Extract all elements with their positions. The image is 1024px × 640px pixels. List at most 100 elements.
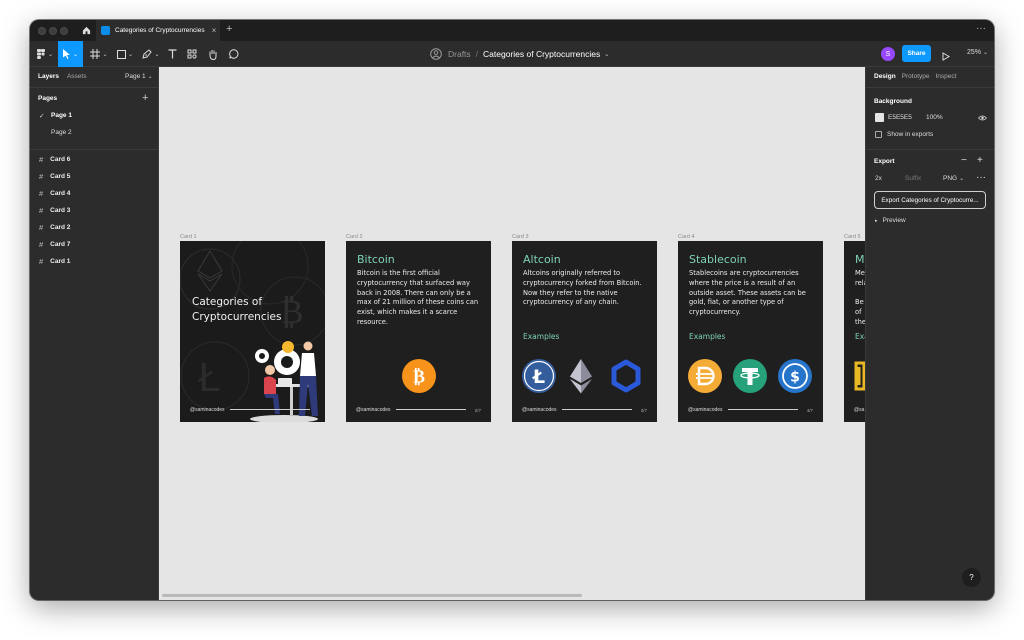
export-format-value: PNG: [943, 175, 958, 182]
page-item-1[interactable]: Page 1: [51, 112, 72, 119]
card-body-line: Be: [855, 298, 864, 307]
text-tool-button[interactable]: [165, 41, 179, 67]
frame-icon: #: [39, 205, 44, 215]
background-hex-input[interactable]: E5E5E5: [888, 114, 912, 121]
window-menu-icon[interactable]: ···: [976, 23, 986, 34]
layer-item[interactable]: # Card 7: [39, 238, 70, 250]
show-in-exports-checkbox[interactable]: [875, 131, 882, 138]
card-cover[interactable]: ₿ Ł Categories of Cryptocurrencies @sami…: [180, 241, 325, 422]
tether-logo: [733, 359, 767, 393]
card-partial[interactable]: Me Me rela Be of the Exa @sa: [844, 241, 865, 422]
shape-tool-button[interactable]: ⌄: [113, 41, 137, 67]
background-color-swatch[interactable]: [875, 113, 884, 122]
tab-prototype[interactable]: Prototype: [902, 73, 930, 80]
new-tab-button[interactable]: +: [226, 23, 232, 35]
close-window-button[interactable]: [38, 27, 46, 35]
tab-layers[interactable]: Layers: [38, 73, 59, 80]
layer-label: Card 1: [50, 257, 71, 265]
layer-label: Card 6: [50, 155, 71, 163]
usdc-logo: $: [778, 359, 812, 393]
frame-label[interactable]: Card 4: [678, 234, 695, 240]
add-page-button[interactable]: +: [142, 93, 148, 104]
frame-icon: #: [39, 171, 44, 181]
chevron-down-icon[interactable]: ⌄: [604, 51, 609, 58]
remove-export-button[interactable]: −: [961, 155, 967, 166]
svg-text:Ł: Ł: [532, 366, 545, 388]
page-selector[interactable]: Page 1 ⌄: [125, 73, 153, 80]
examples-label: Exa: [855, 332, 865, 341]
home-icon[interactable]: [76, 20, 96, 41]
team-avatar-icon[interactable]: [430, 48, 442, 60]
close-tab-icon[interactable]: ×: [208, 26, 220, 35]
footer-divider: [728, 409, 798, 410]
preview-toggle[interactable]: ▸ Preview: [875, 217, 906, 224]
layer-item[interactable]: # Card 2: [39, 221, 70, 233]
layer-label: Card 2: [50, 223, 71, 231]
frame-tool-button[interactable]: ⌄: [87, 41, 111, 67]
page-item-2[interactable]: Page 2: [51, 129, 72, 136]
present-button[interactable]: [942, 48, 950, 66]
frame-label[interactable]: Card 1: [180, 234, 197, 240]
pen-tool-button[interactable]: ⌄: [139, 41, 163, 67]
frame-label[interactable]: Card 3: [512, 234, 529, 240]
drafts-link[interactable]: Drafts: [448, 49, 471, 59]
card-stablecoin[interactable]: Stablecoin Stablecoins are cryptocurrenc…: [678, 241, 823, 422]
tab-design[interactable]: Design: [874, 73, 896, 80]
tab-inspect[interactable]: Inspect: [936, 73, 957, 80]
dai-logo: [688, 359, 722, 393]
card-handle: @saminacodes: [688, 407, 723, 413]
export-button[interactable]: Export Categories of Cryptocurre...: [874, 191, 986, 209]
card-altcoin[interactable]: Altcoin Altcoins originally referred to …: [512, 241, 657, 422]
cover-title-line1: Categories of: [192, 296, 263, 308]
export-heading: Export: [874, 158, 895, 165]
svg-text:Ł: Ł: [197, 356, 220, 400]
frame-icon: #: [39, 154, 44, 164]
hand-tool-button[interactable]: [204, 41, 222, 67]
main-menu-button[interactable]: ⌄: [34, 41, 56, 67]
canvas[interactable]: Card 1 Card 2 Card 3 Card 4 Card 5 ₿ Ł C…: [159, 67, 865, 600]
card-bitcoin[interactable]: Bitcoin Bitcoin is the first official cr…: [346, 241, 491, 422]
frame-label[interactable]: Card 2: [346, 234, 363, 240]
examples-label: Examples: [523, 332, 560, 341]
pen-tool-icon: [142, 49, 153, 59]
zoom-dropdown[interactable]: 25% ⌄: [967, 49, 988, 56]
frame-label[interactable]: Card 5: [844, 234, 861, 240]
layer-item[interactable]: # Card 3: [39, 204, 70, 216]
export-suffix-input[interactable]: Suffix: [905, 175, 921, 182]
card-body: Bitcoin is the first official cryptocurr…: [357, 269, 479, 326]
page-indicator: 2/7: [474, 408, 481, 413]
help-button[interactable]: ?: [962, 568, 981, 587]
share-button[interactable]: Share: [902, 45, 931, 62]
components-button[interactable]: [183, 41, 201, 67]
triangle-right-icon: ▸: [875, 218, 878, 224]
tab-assets[interactable]: Assets: [67, 73, 87, 80]
background-opacity-input[interactable]: 100%: [926, 114, 943, 121]
eye-icon[interactable]: [978, 115, 987, 121]
components-icon: [187, 49, 197, 59]
svg-text:$: $: [790, 370, 800, 386]
zoom-value: 25%: [967, 49, 982, 56]
horizontal-scrollbar[interactable]: [162, 594, 582, 597]
export-scale-select[interactable]: 2x: [875, 175, 882, 182]
layer-item[interactable]: # Card 1: [39, 255, 70, 267]
comment-button[interactable]: [225, 41, 243, 67]
layer-item[interactable]: # Card 5: [39, 170, 70, 182]
add-export-button[interactable]: +: [977, 155, 983, 166]
cover-title: Categories of Cryptocurrencies: [192, 295, 281, 325]
layers-panel: Layers Assets Page 1 ⌄ Pages + ✓ Page 1 P…: [30, 67, 159, 600]
card-title: Stablecoin: [689, 253, 747, 266]
maximize-window-button[interactable]: [60, 27, 68, 35]
comment-icon: [229, 49, 239, 59]
file-name[interactable]: Categories of Cryptocurrencies: [483, 49, 600, 59]
layer-item[interactable]: # Card 6: [39, 153, 70, 165]
file-tab[interactable]: Categories of Cryptocurrencies ×: [96, 20, 220, 41]
minimize-window-button[interactable]: [49, 27, 57, 35]
page-indicator: 4/7: [806, 408, 813, 413]
user-avatar[interactable]: S: [881, 47, 895, 61]
export-settings-icon[interactable]: ···: [976, 172, 986, 183]
move-tool-button[interactable]: ⌄: [58, 41, 83, 67]
export-format-select[interactable]: PNG ⌄: [943, 175, 964, 182]
ethereum-logo: [570, 359, 592, 394]
card-handle: @saminacodes: [522, 407, 557, 413]
layer-item[interactable]: # Card 4: [39, 187, 70, 199]
